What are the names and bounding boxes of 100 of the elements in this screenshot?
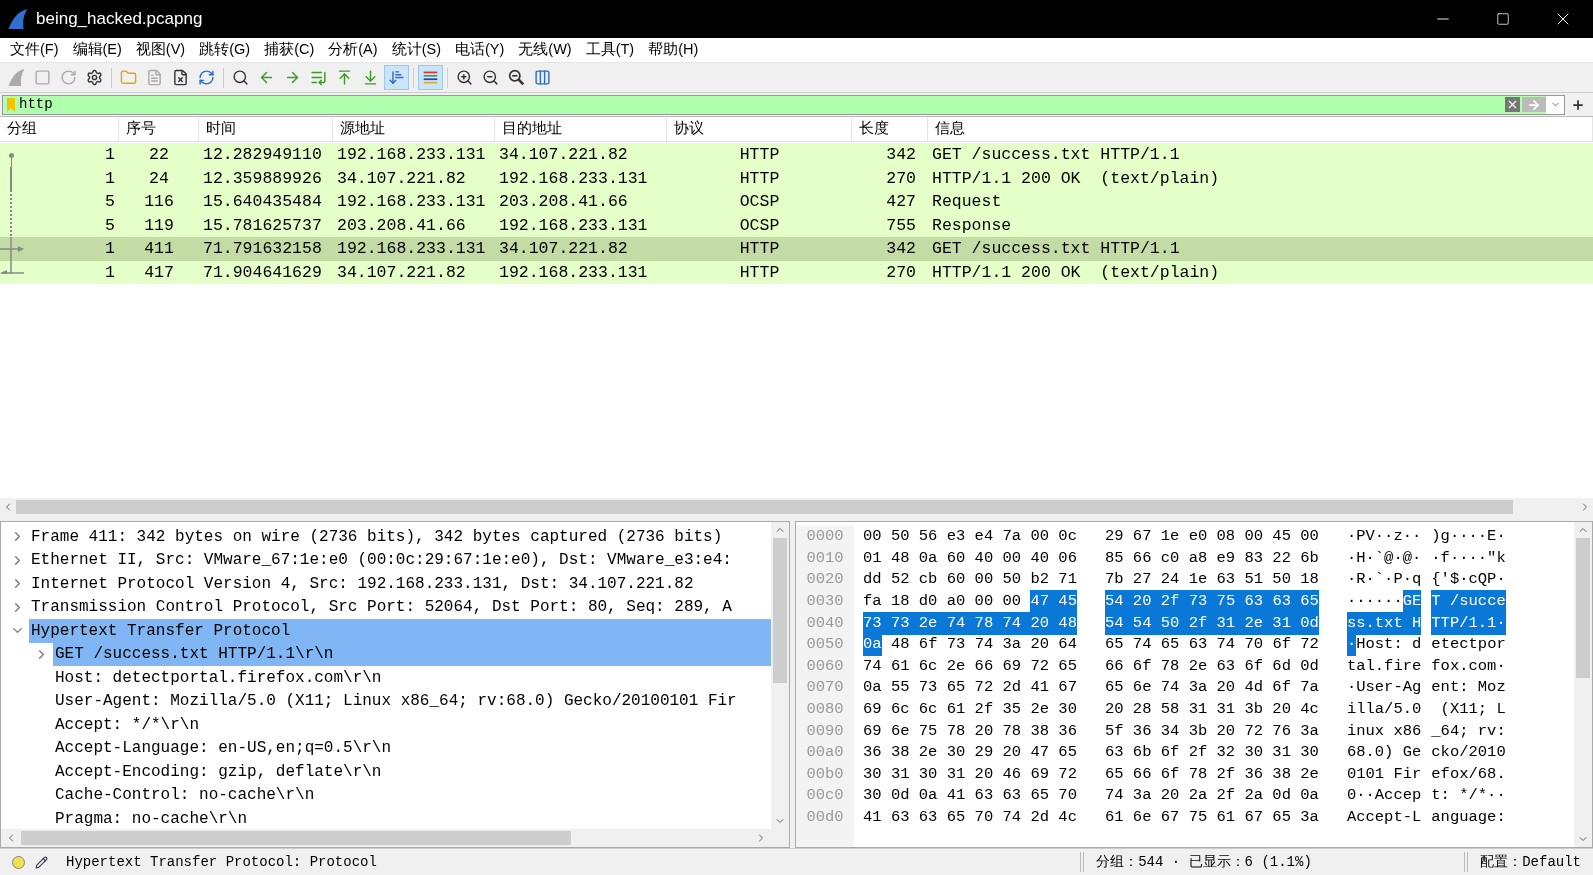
ascii-text: anguage: xyxy=(1431,806,1506,828)
tree-item[interactable]: Internet Protocol Version 4, Src: 192.168.233.131, Dst: 34.107.221.82 xyxy=(29,572,771,596)
hex-bytes: 20 28 58 31 31 3b 20 4c xyxy=(1104,698,1319,720)
ascii-text: cko/2010 xyxy=(1431,742,1506,764)
tree-item[interactable]: Transmission Control Protocol, Src Port: 52064, Dst Port: 80, Seq: 289, A xyxy=(29,595,771,619)
packet-row[interactable]: 1 411 71.791632158 192.168.233.131 34.107.221.82 HTTP 342 GET /success.txt HTTP/1.1 xyxy=(0,237,1593,261)
column-header[interactable]: 序号 xyxy=(119,117,199,141)
byte-offset: 0020 xyxy=(806,569,844,591)
column-header[interactable]: 源地址 xyxy=(333,117,495,141)
table-cell-text: 34.107.221.82 xyxy=(337,261,466,284)
menu-item[interactable]: 电话(Y) xyxy=(447,39,512,61)
byte-offset: 0050 xyxy=(806,634,844,656)
scrollbar-thumb[interactable] xyxy=(21,831,571,845)
column-header[interactable]: 信息 xyxy=(928,117,1593,141)
byte-offset: 0000 xyxy=(806,526,844,548)
clear-icon[interactable] xyxy=(1505,97,1520,112)
table-cell-text: Request xyxy=(932,191,1002,213)
table-cell-text: 192.168.233.131 xyxy=(499,261,648,284)
table-cell-text: 1 xyxy=(105,238,115,260)
scrollbar-thumb[interactable] xyxy=(1576,538,1590,678)
table-cell-text: 192.168.233.131 xyxy=(337,191,486,213)
tree-item[interactable]: Pragma: no-cache\r\n xyxy=(53,807,771,829)
hex-bytes: 01 48 0a 60 40 00 40 06 xyxy=(863,547,1077,569)
ascii-text: efox/68. xyxy=(1431,763,1506,785)
packet-row[interactable]: 5 119 15.781625737 203.208.41.66 192.168.233.131 OCSP 755 Response xyxy=(0,213,1593,237)
vertical-scrollbar[interactable] xyxy=(771,522,789,829)
menu-item[interactable]: 分析(A) xyxy=(321,39,385,61)
packet-count: 分组：544 · 已显示：6 (1.1%) xyxy=(1095,852,1313,872)
byte-offset: 0010 xyxy=(806,547,844,569)
expert-info-icon[interactable] xyxy=(12,855,25,869)
packet-row[interactable]: 5 116 15.640435484 192.168.233.131 203.208.41.66 OCSP 427 Request xyxy=(0,190,1593,214)
column-header[interactable]: 时间 xyxy=(199,117,333,141)
tree-item[interactable]: GET /success.txt HTTP/1.1\r\n xyxy=(53,642,771,666)
dropdown-caret-icon[interactable] xyxy=(1546,95,1564,114)
tree-item[interactable]: User-Agent: Mozilla/5.0 (X11; Linux x86_64; rv:68.0) Gecko/20100101 Fir xyxy=(53,689,771,713)
menu-item[interactable]: 跳转(G) xyxy=(192,39,258,61)
packet-row[interactable]: 1 417 71.904641629 34.107.221.82 192.168.233.131 HTTP 270 HTTP/1.1 200 OK (text/plain) xyxy=(0,260,1593,284)
menu-item[interactable]: 统计(S) xyxy=(384,39,448,61)
table-cell-text: Response xyxy=(932,214,1012,237)
hex-bytes: 69 6e 75 78 20 78 38 36 xyxy=(863,720,1077,742)
tree-item[interactable]: Accept-Encoding: gzip, deflate\r\n xyxy=(53,760,771,784)
display-filter-field[interactable]: http xyxy=(2,94,1565,115)
autoscroll-icon[interactable] xyxy=(384,65,409,90)
ascii-text: illa/5.0 xyxy=(1346,698,1422,720)
horizontal-scrollbar[interactable] xyxy=(1,829,789,847)
hex-bytes: 0a 55 73 65 72 2d 41 67 xyxy=(863,677,1077,699)
tree-item[interactable]: Host: detectportal.firefox.com\r\n xyxy=(53,666,771,690)
table-cell-text: 427 xyxy=(886,191,916,213)
profile-label[interactable]: 配置：Default xyxy=(1468,851,1593,873)
ascii-text: (X11; L xyxy=(1439,698,1506,720)
byte-offset: 0060 xyxy=(806,655,844,677)
tree-item[interactable]: Hypertext Transfer Protocol xyxy=(29,619,771,643)
packet-row[interactable]: 1 24 12.359889926 34.107.221.82 192.168.233.131 HTTP 270 HTTP/1.1 200 OK (text/plain) xyxy=(0,166,1593,190)
ascii-text: tal.fire xyxy=(1346,655,1422,677)
table-cell-text: HTTP xyxy=(739,261,780,284)
tree-item[interactable]: Frame 411: 342 bytes on wire (2736 bits), 342 bytes captured (2736 bits) xyxy=(29,525,771,549)
hex-bytes: 00 50 56 e3 e4 7a 00 0c xyxy=(863,526,1077,548)
menu-item[interactable]: 视图(V) xyxy=(128,39,193,61)
column-header[interactable]: 长度 xyxy=(852,117,928,141)
table-cell-text: 203.208.41.66 xyxy=(499,191,628,213)
table-cell-text: HTTP/1.1 200 OK (text/plain) xyxy=(932,167,1220,190)
menu-item[interactable]: 文件(F) xyxy=(3,39,66,61)
tree-item[interactable]: Cache-Control: no-cache\r\n xyxy=(53,783,771,807)
byte-offset: 0040 xyxy=(806,612,844,634)
byte-offset: 00a0 xyxy=(806,742,844,764)
pencil-icon[interactable] xyxy=(35,855,48,869)
hex-bytes: 85 66 c0 a8 e9 83 22 6b xyxy=(1104,547,1319,569)
menu-item[interactable]: 编辑(E) xyxy=(65,39,129,61)
vertical-scrollbar[interactable] xyxy=(1574,522,1592,847)
column-header[interactable]: 协议 xyxy=(667,117,852,141)
tree-item[interactable]: Accept: */*\r\n xyxy=(53,713,771,737)
table-cell-text: HTTP/1.1 200 OK (text/plain) xyxy=(932,261,1220,284)
menu-item[interactable]: 工具(T) xyxy=(578,39,642,61)
menu-item[interactable]: 捕获(C) xyxy=(257,39,322,61)
table-cell-text: 192.168.233.131 xyxy=(337,144,486,166)
table-cell-text: 1 xyxy=(105,261,115,284)
table-cell-text: 12.359889926 xyxy=(203,167,322,190)
packet-row[interactable]: 1 22 12.282949110 192.168.233.131 34.107.221.82 HTTP 342 GET /success.txt HTTP/1.1 xyxy=(0,143,1593,167)
ascii-text: ·R·`·P·q xyxy=(1346,569,1422,591)
add-button-icon[interactable] xyxy=(1571,97,1585,112)
colorize-icon[interactable] xyxy=(418,65,443,90)
column-header[interactable]: 分组 xyxy=(0,117,119,141)
maximize-icon[interactable] xyxy=(1496,12,1510,26)
hex-bytes: 48 6f 73 74 3a 20 64 xyxy=(890,634,1077,656)
table-cell-text: 22 xyxy=(149,144,169,166)
horizontal-scrollbar[interactable] xyxy=(0,498,1593,516)
column-header[interactable]: 目的地址 xyxy=(495,117,667,141)
menu-item[interactable]: 无线(W) xyxy=(511,39,579,61)
hex-bytes: 66 6f 78 2e 63 6f 6d 0d xyxy=(1104,655,1319,677)
tree-item[interactable]: Ethernet II, Src: VMware_67:1e:e0 (00:0c:29:67:1e:e0), Dst: VMware_e3:e4: xyxy=(29,548,771,572)
table-cell-text: 270 xyxy=(886,261,916,284)
table-cell-text: 116 xyxy=(144,191,174,213)
ascii-text: Host: d xyxy=(1356,634,1422,656)
byte-offset: 00b0 xyxy=(806,763,844,785)
scrollbar-thumb[interactable] xyxy=(773,538,787,683)
menu-item[interactable]: 帮助(H) xyxy=(641,39,706,61)
hex-bytes: 65 74 65 63 74 70 6f 72 xyxy=(1104,634,1319,656)
tree-item[interactable]: Accept-Language: en-US,en;q=0.5\r\n xyxy=(53,736,771,760)
hex-bytes: 41 63 63 65 70 74 2d 4c xyxy=(863,806,1077,828)
scrollbar-thumb[interactable] xyxy=(16,500,1513,514)
